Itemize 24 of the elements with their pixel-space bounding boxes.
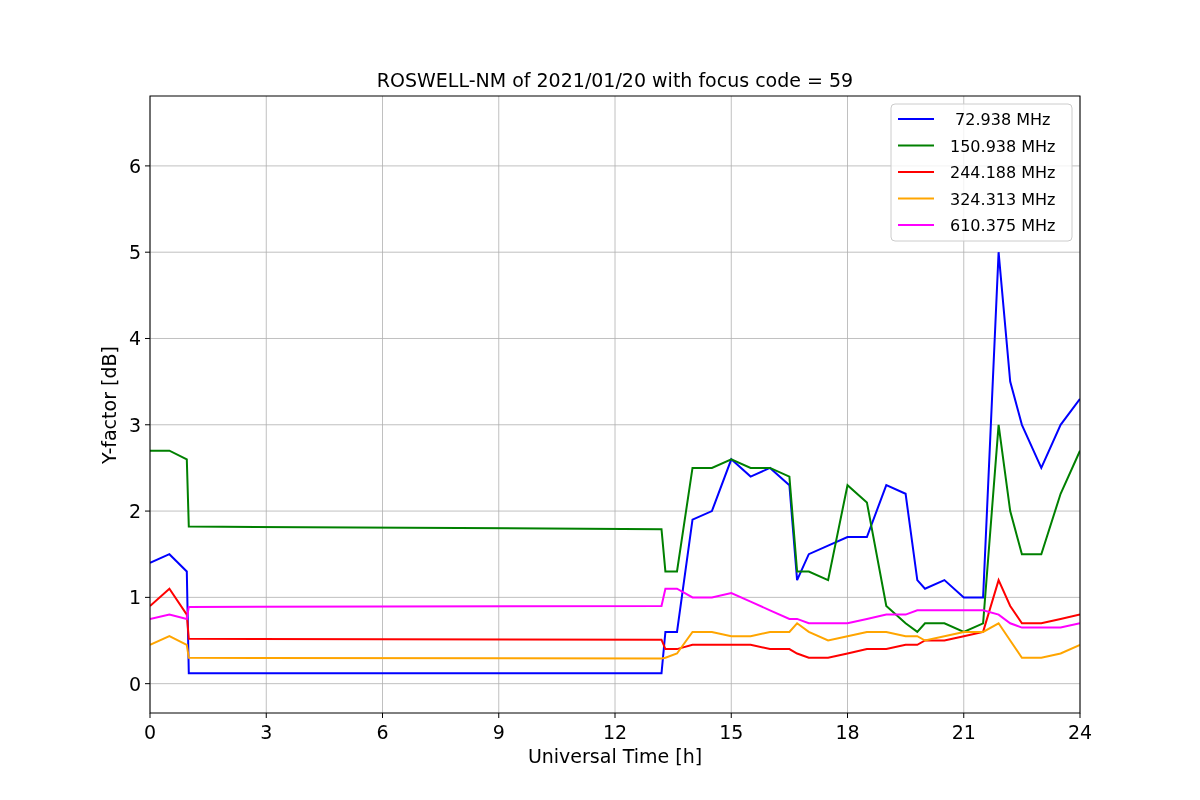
x-tick-label: 15: [719, 721, 744, 743]
x-tick-label: 18: [835, 721, 860, 743]
y-tick-label: 4: [128, 327, 141, 350]
legend-label: 610.375 MHz: [950, 216, 1056, 235]
y-tick-label: 6: [128, 154, 141, 177]
x-tick-label: 21: [951, 721, 976, 743]
legend-label: 324.313 MHz: [950, 189, 1056, 209]
legend-label: 244.188 MHz: [950, 163, 1056, 182]
x-tick-label: 12: [602, 721, 628, 743]
legend-label: 150.938 MHz: [950, 136, 1056, 156]
y-tick-label: 2: [128, 500, 141, 523]
y-tick-label: 5: [128, 241, 141, 264]
y-tick-label: 3: [128, 413, 141, 436]
y-tick-label: 0: [128, 672, 141, 695]
x-tick-label: 24: [1067, 721, 1093, 743]
x-tick-label: 3: [260, 721, 273, 743]
y-tick-label: 1: [128, 586, 141, 609]
x-tick-label: 6: [376, 721, 389, 743]
legend-label: 72.938 MHz: [955, 110, 1051, 129]
chart-title: ROSWELL-NM of 2021/01/20 with focus code = 59: [376, 69, 854, 91]
x-tick-label: 9: [492, 721, 505, 743]
x-axis-label: Universal Time [h]: [527, 745, 703, 767]
y-axis-label: Y-factor [dB]: [98, 346, 120, 464]
x-tick-label: 0: [143, 721, 157, 743]
